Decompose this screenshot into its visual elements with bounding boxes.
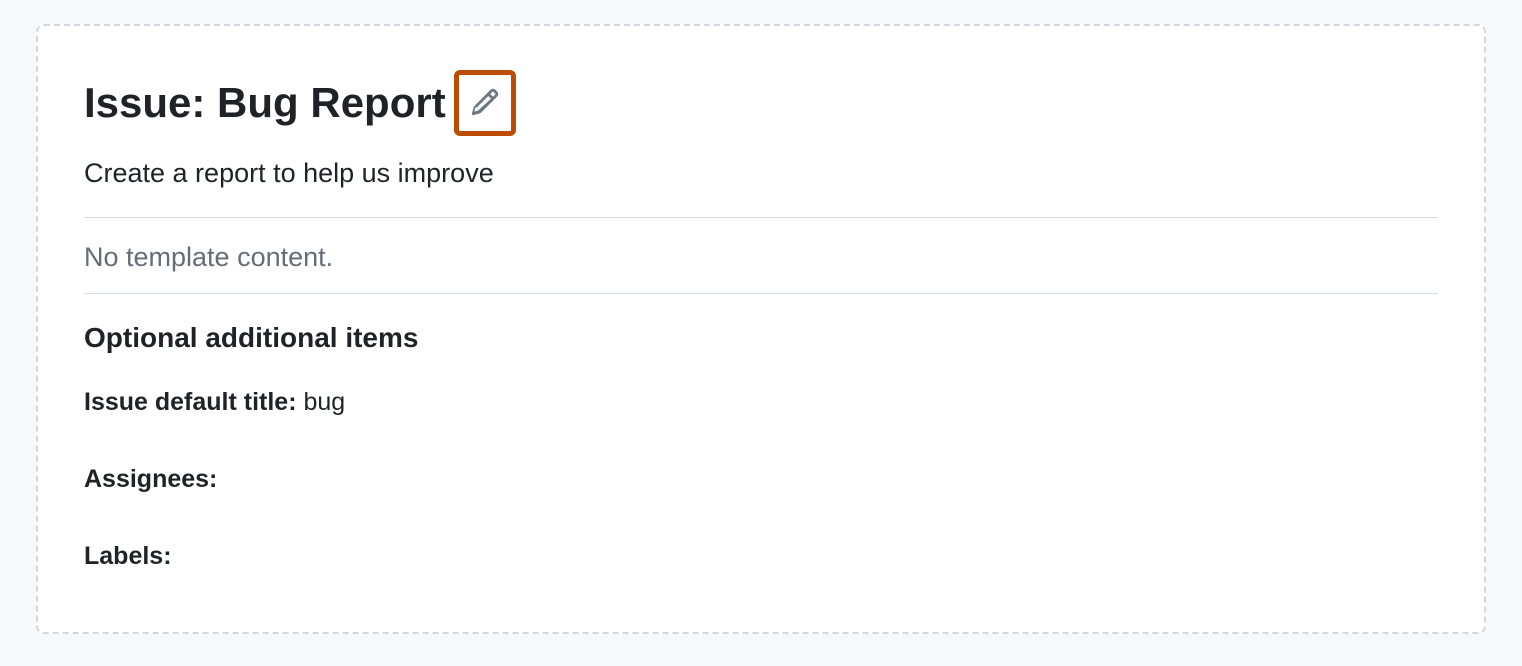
optional-section-heading: Optional additional items [84, 322, 1438, 354]
assignees-label: Assignees: [84, 465, 217, 493]
default-title-row: Issue default title: bug [84, 388, 1438, 417]
default-title-value: bug [304, 388, 346, 416]
title-row: Issue: Bug Report [84, 70, 1438, 136]
template-card: Issue: Bug Report Create a report to hel… [36, 24, 1486, 634]
template-description: Create a report to help us improve [84, 158, 1438, 189]
pencil-icon [470, 87, 500, 120]
empty-template-message: No template content. [84, 242, 1438, 273]
divider [84, 217, 1438, 218]
labels-label: Labels: [84, 542, 172, 570]
template-title: Issue: Bug Report [84, 80, 446, 126]
page-container: Issue: Bug Report Create a report to hel… [0, 0, 1522, 658]
default-title-label: Issue default title: [84, 388, 297, 416]
divider [84, 293, 1438, 294]
edit-button[interactable] [454, 70, 516, 136]
labels-row: Labels: [84, 542, 1438, 571]
assignees-row: Assignees: [84, 465, 1438, 494]
